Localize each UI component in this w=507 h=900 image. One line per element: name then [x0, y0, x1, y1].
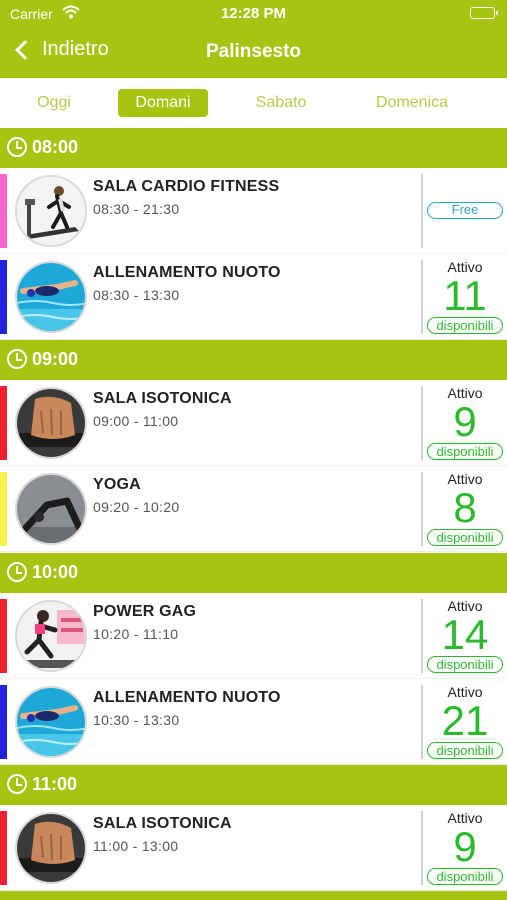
activity-hours: 10:30 - 13:30: [93, 712, 180, 728]
available-badge: disponibili: [427, 317, 503, 334]
next-section-header-edge: [0, 891, 507, 900]
divider: [421, 472, 423, 546]
available-count: 11: [443, 272, 487, 319]
free-badge: Free: [427, 202, 503, 219]
tab-domenica[interactable]: Domenica: [368, 89, 456, 117]
divider: [421, 599, 423, 673]
available-count: 8: [453, 484, 477, 531]
category-color-bar: [0, 260, 7, 334]
clock-time: 12:28 PM: [220, 5, 287, 22]
activity-name: YOGA: [93, 476, 141, 493]
page-title: Palinsesto: [205, 41, 302, 62]
category-color-bar: [0, 685, 7, 759]
day-tabs: Oggi Domani Sabato Domenica: [0, 78, 507, 128]
activity-hours: 10:20 - 11:10: [93, 626, 179, 642]
divider: [421, 174, 423, 248]
activity-row[interactable]: POWER GAG 10:20 - 11:10 Attivo 14 dispon…: [0, 593, 507, 679]
activity-name: SALA ISOTONICA: [93, 815, 232, 832]
category-color-bar: [0, 599, 7, 673]
clock-icon: [7, 137, 27, 157]
swimmer-thumbnail: [15, 686, 87, 758]
tab-oggi[interactable]: Oggi: [22, 89, 86, 117]
activity-name: SALA CARDIO FITNESS: [93, 178, 280, 195]
status-bar: Carrier 12:28 PM: [0, 0, 507, 28]
dumbbell-thumbnail: [15, 387, 87, 459]
activity-hours: 11:00 - 13:00: [93, 838, 179, 854]
category-color-bar: [0, 386, 7, 460]
activity-hours: 08:30 - 21:30: [93, 201, 180, 217]
category-color-bar: [0, 472, 7, 546]
clock-icon: [7, 774, 27, 794]
section-time: 08:00: [32, 137, 79, 157]
activity-row[interactable]: SALA CARDIO FITNESS 08:30 - 21:30 Free: [0, 168, 507, 254]
dumbbell-thumbnail: [15, 812, 87, 884]
activity-name: SALA ISOTONICA: [93, 390, 232, 407]
power-gag-thumbnail: [15, 600, 87, 672]
time-section-header: 09:00: [0, 340, 507, 380]
available-badge: disponibili: [427, 529, 503, 546]
section-time: 11:00: [32, 774, 78, 794]
activity-name: ALLENAMENTO NUOTO: [93, 264, 281, 281]
available-badge: disponibili: [427, 443, 503, 460]
treadmill-thumbnail: [15, 175, 87, 247]
activity-row[interactable]: SALA ISOTONICA 11:00 - 13:00 Attivo 9 di…: [0, 805, 507, 891]
time-section-header: 08:00: [0, 128, 507, 168]
swimmer-thumbnail: [15, 261, 87, 333]
activity-row[interactable]: ALLENAMENTO NUOTO 10:30 - 13:30 Attivo 2…: [0, 679, 507, 765]
section-time: 09:00: [32, 349, 79, 369]
available-count: 14: [441, 611, 489, 658]
navigation-bar: Indietro Palinsesto: [0, 28, 507, 78]
available-badge: disponibili: [427, 742, 503, 759]
clock-icon: [7, 562, 27, 582]
activity-hours: 09:00 - 11:00: [93, 413, 179, 429]
activity-name: ALLENAMENTO NUOTO: [93, 689, 281, 706]
activity-row[interactable]: ALLENAMENTO NUOTO 08:30 - 13:30 Attivo 1…: [0, 254, 507, 340]
yoga-thumbnail: [15, 473, 87, 545]
available-badge: disponibili: [427, 656, 503, 673]
activity-name: POWER GAG: [93, 603, 197, 620]
activity-hours: 09:20 - 10:20: [93, 499, 180, 515]
available-count: 21: [441, 697, 489, 744]
category-color-bar: [0, 811, 7, 885]
divider: [421, 685, 423, 759]
activity-row[interactable]: SALA ISOTONICA 09:00 - 11:00 Attivo 9 di…: [0, 380, 507, 466]
time-section-header: 10:00: [0, 553, 507, 593]
tab-domani[interactable]: Domani: [118, 89, 208, 117]
battery-icon: [470, 7, 498, 19]
section-time: 10:00: [32, 562, 79, 582]
category-color-bar: [0, 174, 7, 248]
divider: [421, 811, 423, 885]
clock-icon: [7, 349, 27, 369]
available-count: 9: [453, 398, 477, 445]
activity-row[interactable]: YOGA 09:20 - 10:20 Attivo 8 disponibili: [0, 466, 507, 552]
divider: [421, 386, 423, 460]
available-badge: disponibili: [427, 868, 503, 885]
available-count: 9: [453, 823, 477, 870]
divider: [421, 260, 423, 334]
activity-hours: 08:30 - 13:30: [93, 287, 180, 303]
time-section-header: 11:00: [0, 765, 507, 805]
tab-sabato[interactable]: Sabato: [245, 89, 317, 117]
